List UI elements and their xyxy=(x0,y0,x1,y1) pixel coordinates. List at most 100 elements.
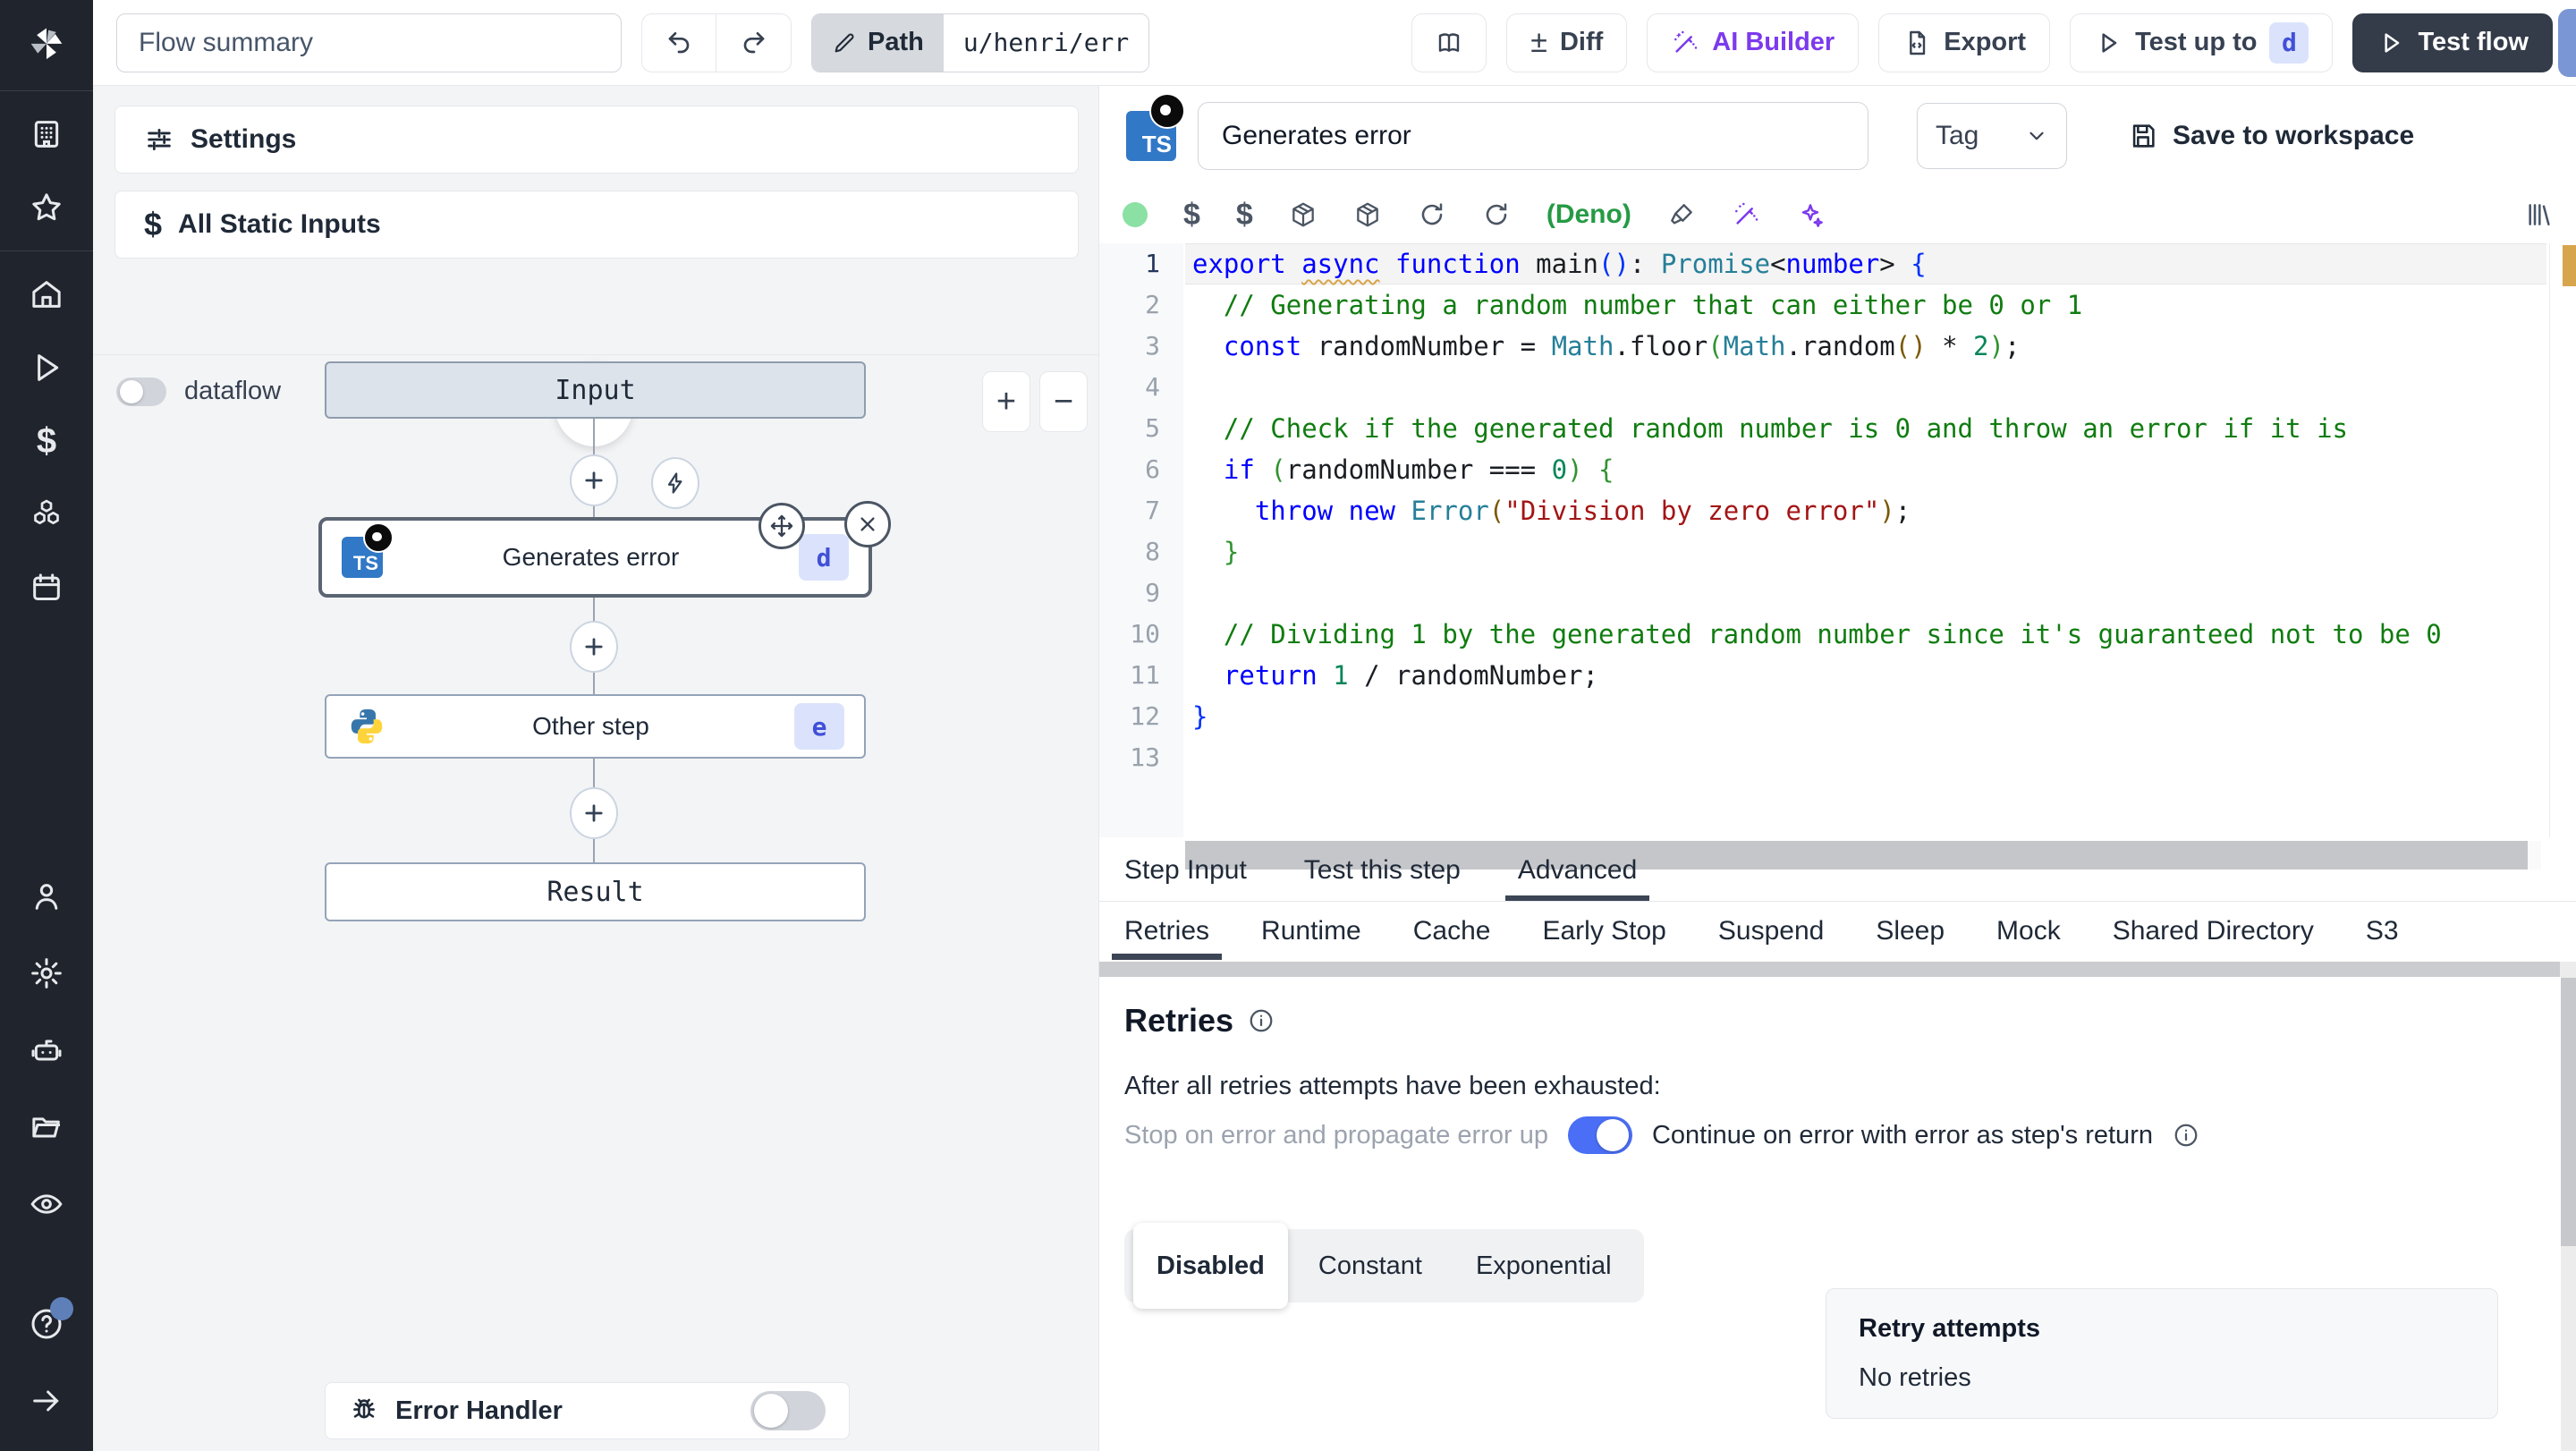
reload-icon[interactable] xyxy=(1418,200,1446,229)
step-name-input[interactable] xyxy=(1198,102,1868,170)
favorites-star-icon[interactable] xyxy=(27,188,66,227)
result-node[interactable]: Result xyxy=(325,862,866,921)
variables-picker-icon[interactable]: $ xyxy=(1183,198,1200,233)
continue-on-error-label[interactable]: Continue on error with error as step's r… xyxy=(1652,1121,2153,1150)
code-line[interactable]: // Dividing 1 by the generated random nu… xyxy=(1185,614,2546,655)
workers-robot-icon[interactable] xyxy=(27,1031,66,1070)
resources-picker-icon[interactable]: $ xyxy=(1236,198,1253,233)
error-handler-card[interactable]: Error Handler xyxy=(325,1382,850,1439)
subtab-runtime[interactable]: Runtime xyxy=(1261,903,1361,960)
subtab-cache[interactable]: Cache xyxy=(1413,903,1491,960)
code-line[interactable] xyxy=(1185,367,2546,408)
deno-icon xyxy=(1149,93,1185,129)
ai-sparkles-icon[interactable] xyxy=(1796,200,1825,229)
tab-test-this-step[interactable]: Test this step xyxy=(1304,839,1461,901)
code-line[interactable]: } xyxy=(1185,531,2546,573)
move-node-button[interactable] xyxy=(758,503,805,549)
reload-icon[interactable] xyxy=(1482,200,1511,229)
deno-icon xyxy=(363,522,394,553)
flow-summary-input[interactable] xyxy=(116,13,622,72)
code-line[interactable] xyxy=(1185,573,2546,614)
code-line[interactable]: // Generating a random number that can e… xyxy=(1185,284,2546,326)
test-flow-button[interactable]: Test flow xyxy=(2352,13,2553,72)
insert-step-button[interactable] xyxy=(570,621,618,673)
step-tabs: Step Input Test this step Advanced xyxy=(1099,839,2576,902)
format-brush-icon[interactable] xyxy=(1667,200,1696,229)
input-node[interactable]: Input xyxy=(325,361,866,419)
tab-advanced[interactable]: Advanced xyxy=(1504,839,1650,901)
export-button[interactable]: Export xyxy=(1878,13,2051,72)
subtab-sleep[interactable]: Sleep xyxy=(1876,903,1945,960)
subtab-shared-directory[interactable]: Shared Directory xyxy=(2113,903,2314,960)
retry-mode-disabled[interactable]: Disabled xyxy=(1133,1223,1288,1309)
package-icon[interactable] xyxy=(1289,200,1318,229)
path-label-segment: Path xyxy=(812,13,944,72)
code-line[interactable]: return 1 / randomNumber; xyxy=(1185,655,2546,696)
code-line[interactable] xyxy=(1185,737,2546,778)
package-icon[interactable] xyxy=(1353,200,1382,229)
test-up-to-button[interactable]: Test up to d xyxy=(2070,13,2334,72)
home-icon[interactable] xyxy=(27,275,66,314)
continue-on-error-toggle[interactable] xyxy=(1567,1116,1632,1154)
step-node-other-step[interactable]: Other step e xyxy=(325,694,866,759)
code-editor[interactable]: 1 2 3 4 5 6 7 8 9 10 11 12 13 export async function … xyxy=(1099,243,2576,870)
redo-button[interactable] xyxy=(716,13,792,72)
help-icon[interactable] xyxy=(27,1297,73,1344)
pane-splitter[interactable] xyxy=(1099,962,2561,977)
insert-step-button[interactable] xyxy=(570,454,618,506)
workspace-icon[interactable] xyxy=(27,115,66,154)
code-line[interactable]: const randomNumber = Math.floor(Math.ran… xyxy=(1185,326,2546,367)
overflow-button-partial[interactable] xyxy=(2558,9,2576,77)
all-static-inputs-card[interactable]: $ All Static Inputs xyxy=(114,191,1079,259)
info-icon[interactable] xyxy=(2173,1122,2199,1149)
audit-eye-icon[interactable] xyxy=(27,1184,66,1224)
expand-sidebar-icon[interactable] xyxy=(27,1381,66,1421)
tag-select[interactable]: Tag xyxy=(1917,103,2067,169)
schedules-icon[interactable] xyxy=(27,568,66,607)
path-chip[interactable]: Path u/henri/err xyxy=(811,13,1150,72)
trigger-bolt-button[interactable] xyxy=(651,457,699,509)
diff-button[interactable]: ± Diff xyxy=(1506,13,1628,72)
subtab-mock[interactable]: Mock xyxy=(1996,903,2061,960)
ai-builder-button[interactable]: AI Builder xyxy=(1647,13,1860,72)
code-line[interactable]: if (randomNumber === 0) { xyxy=(1185,449,2546,490)
code-line[interactable]: } xyxy=(1185,696,2546,737)
library-icon[interactable] xyxy=(2524,200,2553,229)
subtab-s3[interactable]: S3 xyxy=(2366,903,2399,960)
tab-step-input[interactable]: Step Input xyxy=(1124,839,1247,901)
wand-icon xyxy=(1674,30,1698,53)
runs-icon[interactable] xyxy=(27,348,66,387)
subtab-early-stop[interactable]: Early Stop xyxy=(1542,903,1665,960)
zoom-out-button[interactable]: − xyxy=(1039,371,1088,432)
subtab-suspend[interactable]: Suspend xyxy=(1718,903,1824,960)
dataflow-toggle[interactable] xyxy=(116,377,166,406)
insert-step-button[interactable] xyxy=(570,787,618,839)
save-to-workspace-button[interactable]: Save to workspace xyxy=(2128,121,2414,151)
info-icon[interactable] xyxy=(1248,1007,1275,1034)
panel-vscrollbar[interactable] xyxy=(2560,962,2576,1451)
folders-icon[interactable] xyxy=(27,1107,66,1147)
bug-icon xyxy=(353,1398,375,1419)
subtab-retries[interactable]: Retries xyxy=(1111,903,1223,960)
windmill-logo[interactable] xyxy=(0,0,93,91)
ai-wand-icon[interactable] xyxy=(1732,200,1760,229)
retry-mode-constant[interactable]: Constant xyxy=(1295,1229,1445,1303)
resources-icon[interactable] xyxy=(27,495,66,534)
undo-button[interactable] xyxy=(641,13,716,72)
retry-attempts-label: Retry attempts xyxy=(1859,1314,2041,1343)
zoom-in-button[interactable]: + xyxy=(982,371,1030,432)
user-icon[interactable] xyxy=(27,877,66,916)
code-line[interactable]: throw new Error("Division by zero error"… xyxy=(1185,490,2546,531)
stop-on-error-label[interactable]: Stop on error and propagate error up xyxy=(1124,1121,1548,1150)
code-line[interactable]: export async function main(): Promise<nu… xyxy=(1185,243,2546,284)
retry-mode-exponential[interactable]: Exponential xyxy=(1453,1229,1635,1303)
settings-gear-icon[interactable] xyxy=(27,954,66,993)
error-handler-toggle[interactable] xyxy=(750,1391,826,1430)
editor-code[interactable]: export async function main(): Promise<nu… xyxy=(1185,243,2546,837)
flow-settings-card[interactable]: Settings xyxy=(114,106,1079,174)
code-line[interactable]: // Check if the generated random number … xyxy=(1185,408,2546,449)
variables-icon[interactable]: $ xyxy=(27,421,66,461)
delete-node-button[interactable] xyxy=(844,501,891,547)
docs-book-button[interactable] xyxy=(1411,13,1487,72)
language-label[interactable]: (Deno) xyxy=(1546,199,1631,230)
